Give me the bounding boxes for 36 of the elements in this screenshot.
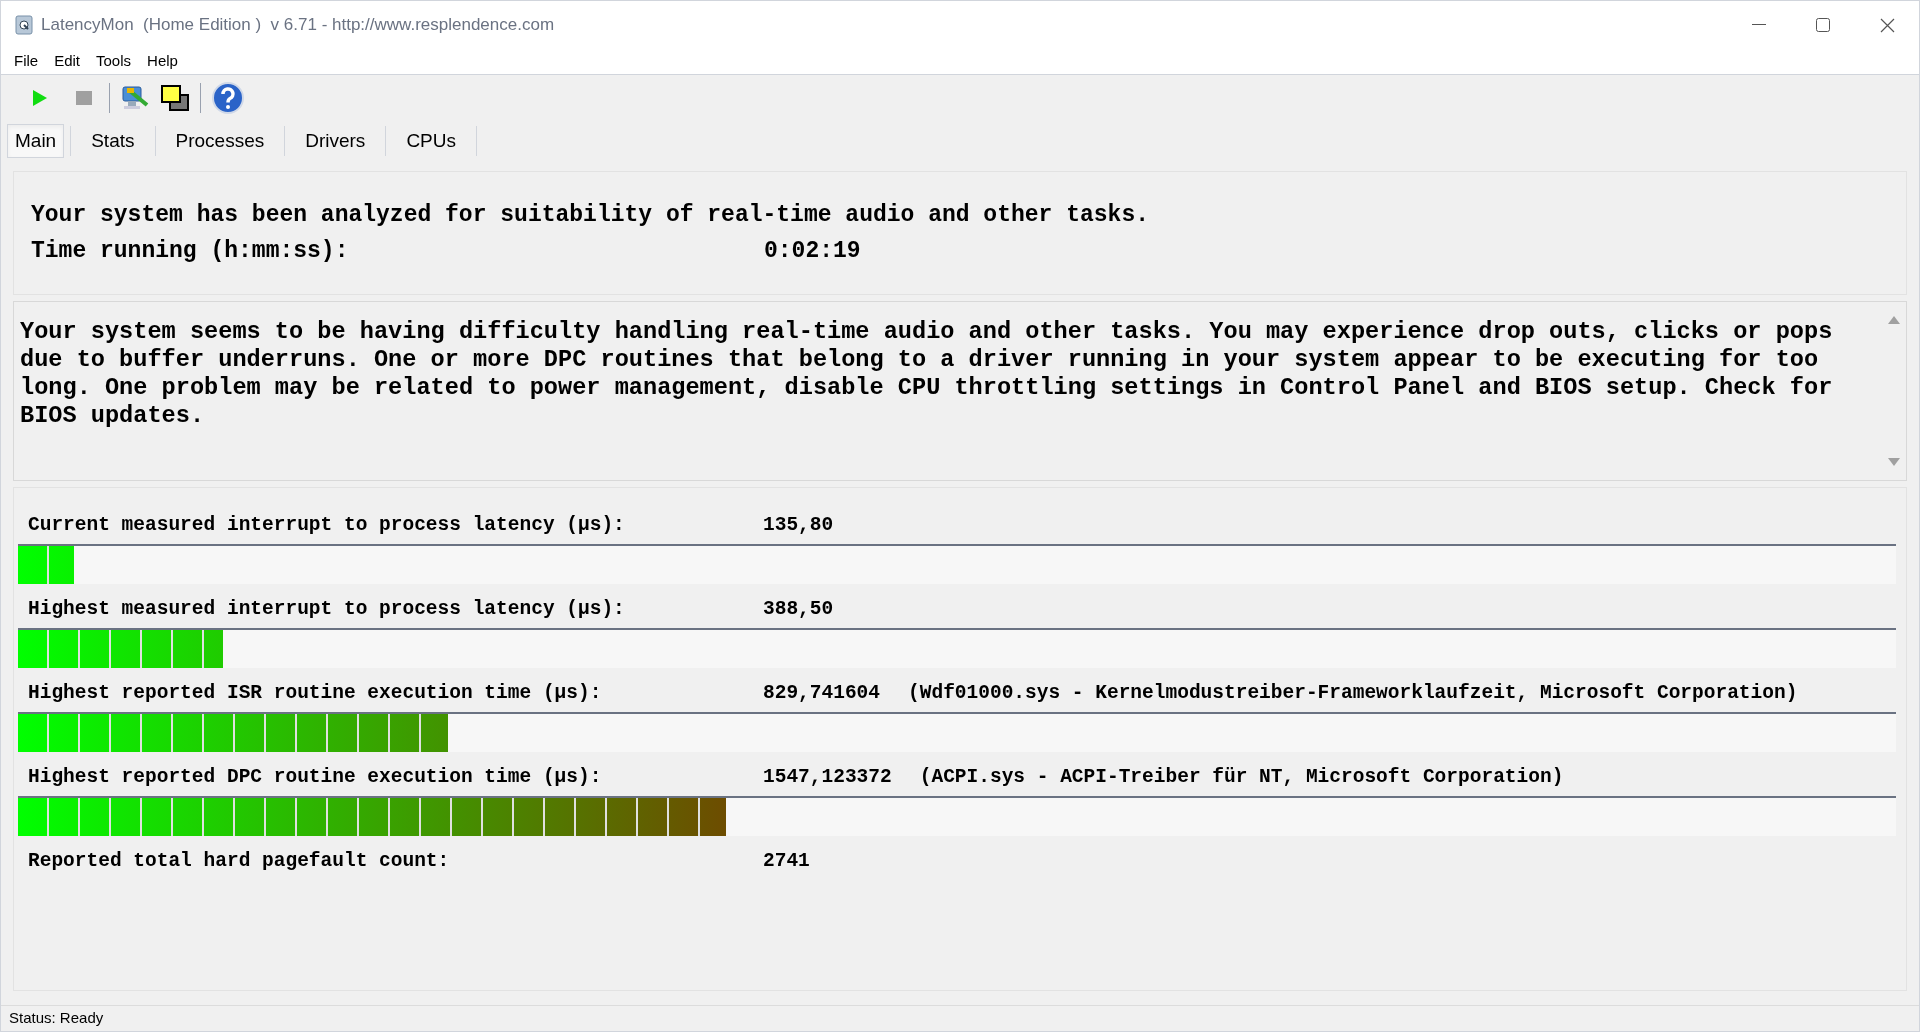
help-button[interactable]: [211, 81, 245, 115]
scroll-up-icon[interactable]: [1888, 316, 1900, 324]
measurement-value: 135,80: [763, 513, 835, 539]
scroll-down-icon[interactable]: [1888, 458, 1900, 466]
tab[interactable]: Stats: [77, 124, 149, 158]
summary-text: Your system has been analyzed for suitability of real-time audio and other tasks.: [31, 201, 1150, 230]
tab[interactable]: Drivers: [291, 124, 380, 158]
window-title: LatencyMon (Home Edition ) v 6.71 - http://www.resplendence.com: [41, 14, 555, 37]
stop-icon: [76, 91, 92, 105]
menu-item[interactable]: Tools: [95, 50, 133, 73]
measurement-label: Highest reported DPC routine execution time (µs):: [28, 765, 603, 791]
menu-item[interactable]: Edit: [53, 50, 82, 73]
measurement-label: Reported total hard pagefault count:: [28, 849, 451, 875]
measurement-label: Highest measured interrupt to process latency (µs):: [28, 597, 626, 623]
verdict-text: Your system seems to be having difficulty handling real-time audio and other tasks. You may experience drop outs, clicks or pops due to buffer underruns. One or more DPC routines that belong to a driver running in your system appear to be executing for too long. One problem may be related to power management, disable CPU throttling settings in Control Panel and BIOS setup. Check for BIOS updates.: [19, 317, 1834, 431]
measurement-value: 2741: [763, 849, 811, 875]
measurement-value: 388,50: [763, 597, 835, 623]
measurement-detail: (ACPI.sys - ACPI-Treiber für NT, Microsoft Corporation): [919, 765, 1564, 791]
tab[interactable]: Main: [7, 124, 65, 158]
menu-item[interactable]: File: [13, 50, 40, 73]
status-text: Status: Ready: [9, 1008, 104, 1029]
tab[interactable]: Processes: [161, 124, 279, 158]
minimize-icon: [1752, 24, 1766, 26]
maximize-icon: [1816, 18, 1830, 32]
play-icon: [32, 89, 48, 107]
close-icon: [1879, 17, 1895, 33]
measurement-detail: (Wdf01000.sys - Kernelmodustreiber-Frameworklaufzeit, Microsoft Corporation): [908, 681, 1798, 707]
measurement-label: Highest reported ISR routine execution time (µs):: [28, 681, 603, 707]
measurement-value: 1547,123372: [763, 765, 892, 791]
app-icon: [15, 15, 33, 35]
menu-item[interactable]: Help: [146, 50, 179, 73]
time-value: 0:02:19: [764, 237, 861, 266]
measurement-label: Current measured interrupt to process latency (µs):: [28, 513, 626, 539]
tab[interactable]: CPUs: [392, 124, 470, 158]
measurement-value: 829,741604: [763, 681, 881, 707]
time-label: Time running (h:mm:ss):: [31, 237, 350, 266]
